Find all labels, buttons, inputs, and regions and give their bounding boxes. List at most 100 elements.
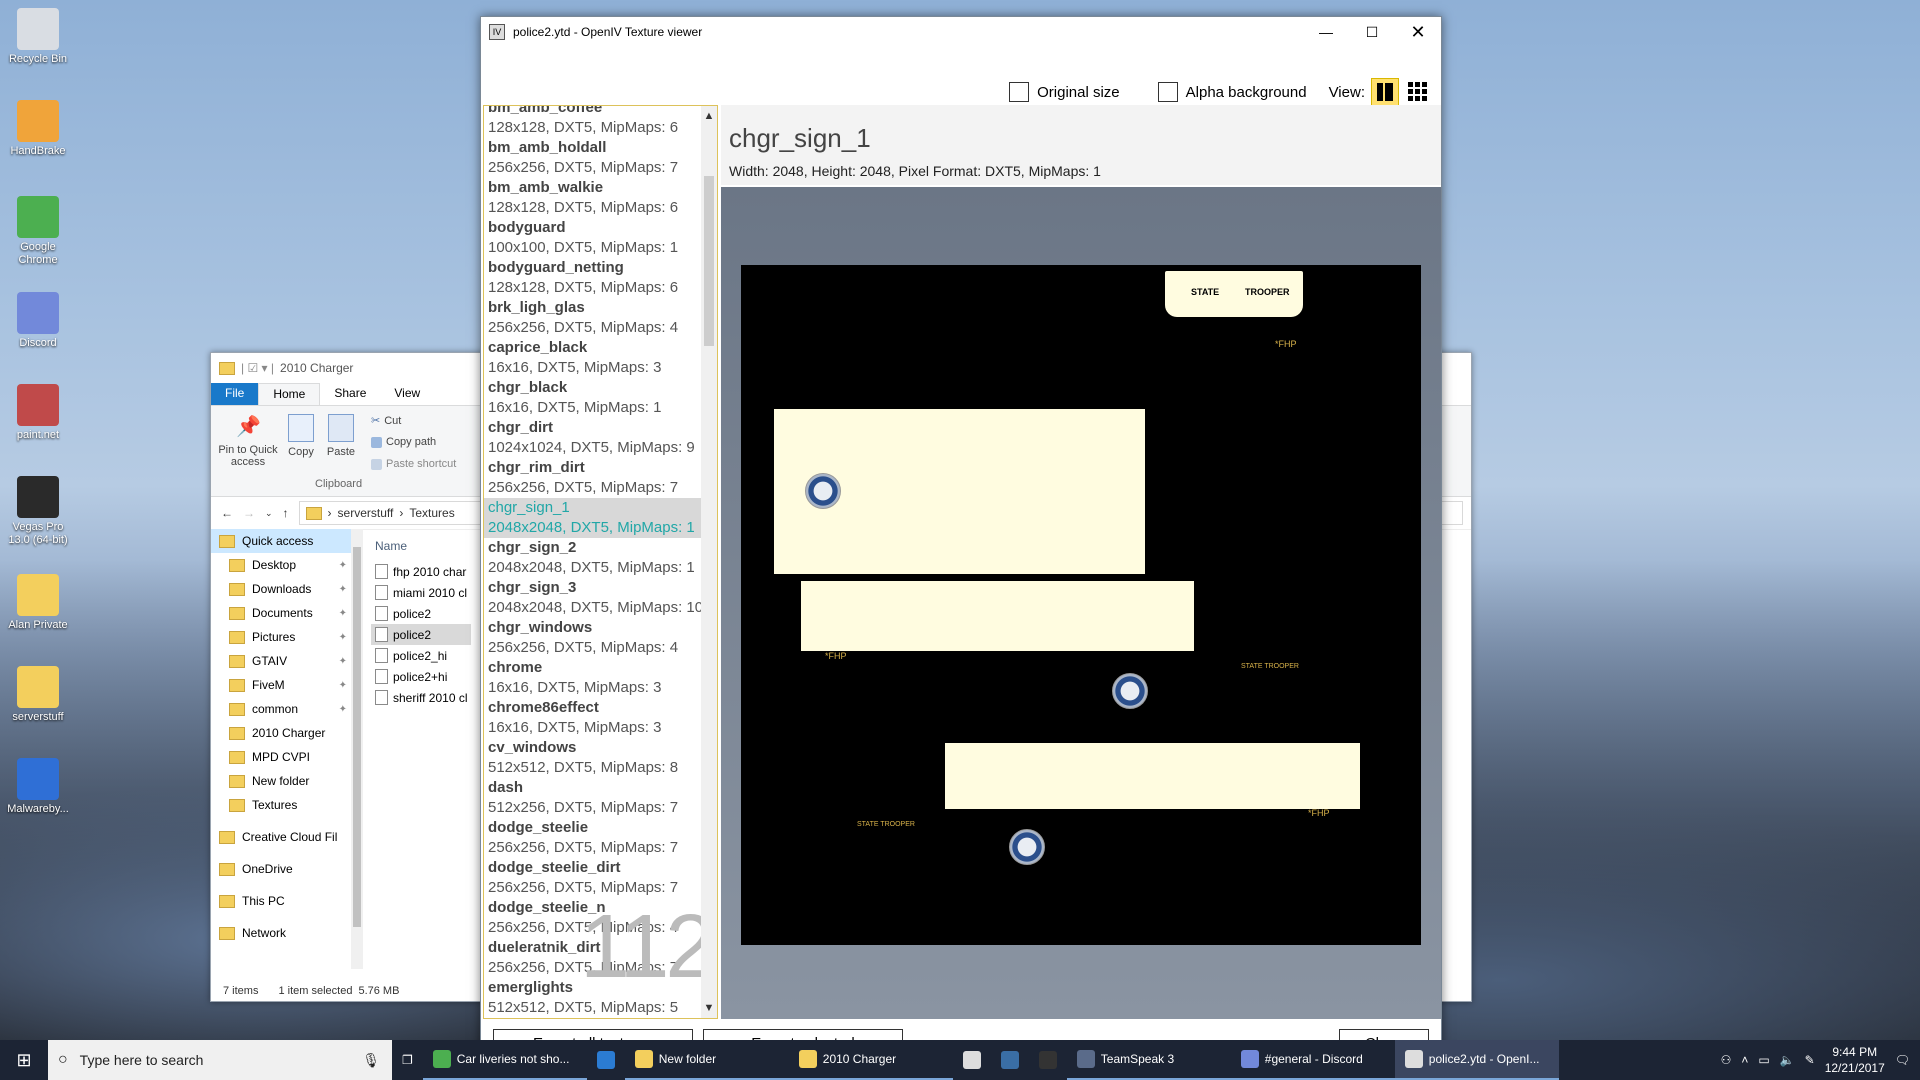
taskbar-item[interactable]: 2010 Charger xyxy=(788,1040,953,1080)
desktop-icon-item[interactable]: HandBrake xyxy=(4,100,72,158)
nav-item[interactable]: Creative Cloud Fil xyxy=(211,825,351,849)
file-row[interactable]: fhp 2010 char xyxy=(371,561,471,582)
texture-list-scrollbar[interactable]: ▲ ▼ xyxy=(701,106,717,1018)
taskbar-item[interactable]: TeamSpeak 3 xyxy=(1066,1040,1231,1080)
microphone-icon[interactable]: 🎙 xyxy=(362,1052,380,1069)
openiv-titlebar[interactable]: IV police2.ytd - OpenIV Texture viewer xyxy=(481,17,1441,47)
nav-item[interactable]: Documents ✦ xyxy=(211,601,351,625)
desktop-icon-item[interactable]: Google Chrome xyxy=(4,196,72,267)
taskbar-item[interactable] xyxy=(991,1040,1029,1080)
taskbar-item[interactable] xyxy=(953,1040,991,1080)
tab-view[interactable]: View xyxy=(380,383,434,405)
view-grid-button[interactable] xyxy=(1405,79,1431,105)
volume-icon[interactable]: 🔈 xyxy=(1780,1053,1795,1067)
nav-item[interactable]: Network xyxy=(211,921,351,945)
texture-list-item[interactable]: chrome86effect 16x16, DXT5, MipMaps: 3 xyxy=(484,698,717,738)
openiv-texture-viewer-window[interactable]: IV police2.ytd - OpenIV Texture viewer —… xyxy=(480,16,1442,1060)
recent-chevron-icon[interactable]: ⌄ xyxy=(265,508,273,519)
tab-share[interactable]: Share xyxy=(320,383,380,405)
texture-list-item[interactable]: chgr_black 16x16, DXT5, MipMaps: 1 xyxy=(484,378,717,418)
cut-button[interactable]: ✂ Cut xyxy=(371,414,401,428)
texture-list-item[interactable]: chgr_dirt 1024x1024, DXT5, MipMaps: 9 xyxy=(484,418,717,458)
desktop-icon-item[interactable]: paint.net xyxy=(4,384,72,442)
texture-list-item[interactable]: chgr_sign_3 2048x2048, DXT5, MipMaps: 10 xyxy=(484,578,717,618)
scrollbar-thumb[interactable] xyxy=(353,547,361,927)
nav-item[interactable]: OneDrive xyxy=(211,857,351,881)
texture-list-item[interactable]: brk_ligh_glas 256x256, DXT5, MipMaps: 4 xyxy=(484,298,717,338)
chevron-up-icon[interactable]: ˄ xyxy=(1741,1053,1748,1067)
close-window-button[interactable]: ✕ xyxy=(1395,17,1441,47)
nav-item[interactable]: Textures xyxy=(211,793,351,817)
desktop-icon-item[interactable]: Malwareby... xyxy=(4,758,72,816)
scrollbar-thumb[interactable] xyxy=(704,176,714,346)
column-header-name[interactable]: Name xyxy=(371,539,471,553)
nav-item[interactable]: common ✦ xyxy=(211,697,351,721)
tab-file[interactable]: File xyxy=(211,383,259,405)
minimize-button[interactable]: — xyxy=(1303,17,1349,47)
texture-list-item[interactable]: cv_windows 512x512, DXT5, MipMaps: 8 xyxy=(484,738,717,778)
nav-item[interactable]: New folder xyxy=(211,769,351,793)
desktop-icon-item[interactable]: Recycle Bin xyxy=(4,8,72,66)
search-box[interactable]: ○ Type here to search 🎙 xyxy=(48,1040,392,1080)
file-row[interactable]: police2 xyxy=(371,624,471,645)
nav-item[interactable]: This PC xyxy=(211,889,351,913)
breadcrumb-serverstuff[interactable]: serverstuff xyxy=(338,506,394,520)
nav-item[interactable]: Pictures ✦ xyxy=(211,625,351,649)
texture-preview-area[interactable]: STATE TROOPER *FHP *FHP STATE TROOPER *F… xyxy=(721,187,1441,1019)
texture-list-item[interactable]: bodyguard 100x100, DXT5, MipMaps: 1 xyxy=(484,218,717,258)
nav-item[interactable]: Quick access xyxy=(211,529,351,553)
up-arrow-icon[interactable]: ↑ xyxy=(283,506,289,520)
texture-list-item[interactable]: chgr_windows 256x256, DXT5, MipMaps: 4 xyxy=(484,618,717,658)
taskbar-item[interactable]: New folder xyxy=(624,1040,789,1080)
paste-button[interactable]: Paste xyxy=(319,414,363,458)
forward-arrow-icon[interactable]: → xyxy=(243,506,255,520)
back-arrow-icon[interactable]: ← xyxy=(221,506,233,520)
texture-list-item[interactable]: bm_amb_coffee 128x128, DXT5, MipMaps: 6 xyxy=(484,106,717,138)
texture-list-item[interactable]: dodge_steelie 256x256, DXT5, MipMaps: 7 xyxy=(484,818,717,858)
people-icon[interactable]: ⚇ xyxy=(1721,1053,1732,1067)
copy-path-button[interactable]: Copy path xyxy=(371,436,436,448)
maximize-button[interactable]: ☐ xyxy=(1349,17,1395,47)
desktop-icon-item[interactable]: serverstuff xyxy=(4,666,72,724)
desktop-icon-item[interactable]: Discord xyxy=(4,292,72,350)
pin-to-quick-access-button[interactable]: 📌 Pin to Quick access xyxy=(217,414,279,468)
quick-access-toolbar[interactable]: | ☑ ▾ | xyxy=(241,361,274,375)
desktop-icon-item[interactable]: Vegas Pro 13.0 (64-bit) xyxy=(4,476,72,547)
texture-list-item[interactable]: chgr_sign_2 2048x2048, DXT5, MipMaps: 1 xyxy=(484,538,717,578)
view-single-button[interactable] xyxy=(1371,78,1399,106)
alpha-background-checkbox[interactable] xyxy=(1157,82,1178,102)
pen-icon[interactable]: ✎ xyxy=(1805,1053,1815,1067)
taskbar-item[interactable]: Car liveries not sho... xyxy=(422,1040,587,1080)
tab-home[interactable]: Home xyxy=(258,383,321,405)
desktop-icon-item[interactable]: Alan Private xyxy=(4,574,72,632)
texture-list-item[interactable]: chgr_sign_1 2048x2048, DXT5, MipMaps: 1 xyxy=(484,498,717,538)
file-row[interactable]: sheriff 2010 cl xyxy=(371,687,471,708)
taskbar-item[interactable]: police2.ytd - OpenI... xyxy=(1394,1040,1559,1080)
file-row[interactable]: police2 xyxy=(371,603,471,624)
nav-item[interactable]: MPD CVPI xyxy=(211,745,351,769)
notifications-icon[interactable]: 🗨 xyxy=(1895,1053,1910,1067)
navigation-scrollbar[interactable] xyxy=(351,529,363,969)
texture-list-item[interactable]: bm_amb_walkie 128x128, DXT5, MipMaps: 6 xyxy=(484,178,717,218)
nav-item[interactable]: Desktop ✦ xyxy=(211,553,351,577)
texture-list-item[interactable]: dodge_steelie_dirt 256x256, DXT5, MipMaps… xyxy=(484,858,717,898)
texture-list-item[interactable]: bodyguard_netting 128x128, DXT5, MipMaps:… xyxy=(484,258,717,298)
texture-list-item[interactable]: bm_amb_holdall 256x256, DXT5, MipMaps: 7 xyxy=(484,138,717,178)
taskbar-item[interactable] xyxy=(587,1040,625,1080)
texture-list-item[interactable]: chgr_rim_dirt 256x256, DXT5, MipMaps: 7 xyxy=(484,458,717,498)
taskbar-item[interactable]: #general - Discord xyxy=(1230,1040,1395,1080)
file-row[interactable]: miami 2010 cl xyxy=(371,582,471,603)
nav-item[interactable]: FiveM ✦ xyxy=(211,673,351,697)
nav-item[interactable]: 2010 Charger xyxy=(211,721,351,745)
breadcrumb-textures[interactable]: Textures xyxy=(409,506,454,520)
texture-list-item[interactable]: chrome 16x16, DXT5, MipMaps: 3 xyxy=(484,658,717,698)
texture-list[interactable]: bm_amb_coffee 128x128, DXT5, MipMaps: 6 bm… xyxy=(483,105,718,1019)
original-size-checkbox[interactable] xyxy=(1009,82,1030,102)
nav-item[interactable]: GTAIV ✦ xyxy=(211,649,351,673)
copy-button[interactable]: Copy xyxy=(279,414,323,458)
file-row[interactable]: police2+hi xyxy=(371,666,471,687)
scroll-down-icon[interactable]: ▼ xyxy=(701,1002,717,1014)
texture-list-item[interactable]: dash 512x256, DXT5, MipMaps: 7 xyxy=(484,778,717,818)
scroll-up-icon[interactable]: ▲ xyxy=(701,110,717,122)
start-button[interactable]: ⊞ xyxy=(0,1040,48,1080)
